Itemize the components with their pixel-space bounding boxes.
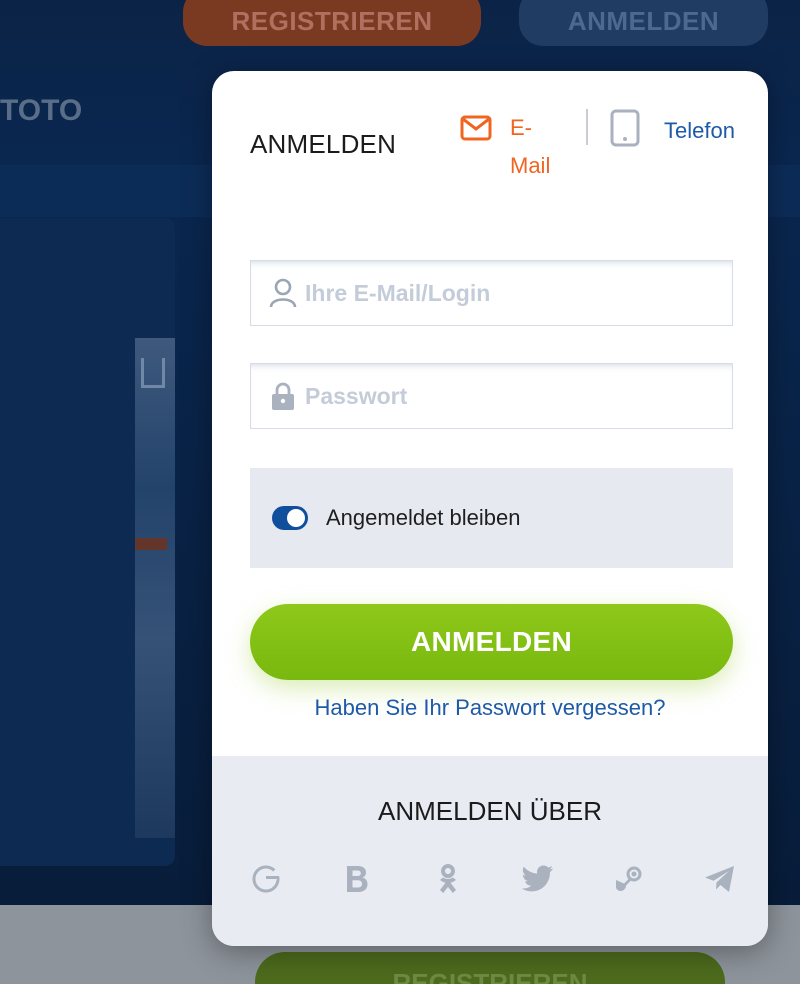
envelope-icon [460, 115, 492, 146]
background-footer-button: REGISTRIEREN [255, 952, 725, 984]
social-login-title: ANMELDEN ÜBER [378, 796, 602, 826]
social-login-icons [248, 861, 738, 897]
twitter-icon[interactable] [520, 861, 556, 897]
tab-email[interactable]: E-Mail [460, 115, 570, 185]
remember-me-row: Angemeldet bleiben [250, 468, 733, 568]
telegram-icon[interactable] [702, 861, 738, 897]
tab-phone-label: Telefon [664, 117, 735, 143]
login-modal: ANMELDEN E-Mail Telefon Ihre E-Mail/Logi… [212, 71, 768, 946]
background-login-button: ANMELDEN [519, 0, 768, 46]
b-icon[interactable] [339, 861, 375, 897]
modal-title: ANMELDEN [250, 129, 397, 159]
tab-email-label: E-Mail [510, 115, 551, 178]
steam-icon[interactable] [611, 861, 647, 897]
tab-phone[interactable]: Telefon [610, 109, 735, 152]
background-image [135, 338, 175, 838]
phone-icon [610, 109, 640, 152]
google-icon[interactable] [248, 861, 284, 897]
odnoklassniki-icon[interactable] [430, 861, 466, 897]
remember-me-label: Angemeldet bleiben [326, 505, 521, 530]
user-icon [265, 277, 301, 309]
background-nav-toto: TOTO [0, 94, 83, 127]
remember-me-toggle[interactable] [272, 506, 308, 530]
lock-icon [265, 381, 301, 411]
tab-divider [586, 109, 588, 145]
login-input[interactable] [301, 261, 732, 325]
background-register-button: REGISTRIEREN [183, 0, 481, 46]
login-field [250, 260, 733, 326]
password-field [250, 363, 733, 429]
forgot-password-link[interactable]: Haben Sie Ihr Passwort vergessen? [212, 695, 768, 721]
social-login-section: ANMELDEN ÜBER [212, 756, 768, 946]
password-input[interactable] [301, 364, 732, 428]
login-button[interactable]: ANMELDEN [250, 604, 733, 680]
